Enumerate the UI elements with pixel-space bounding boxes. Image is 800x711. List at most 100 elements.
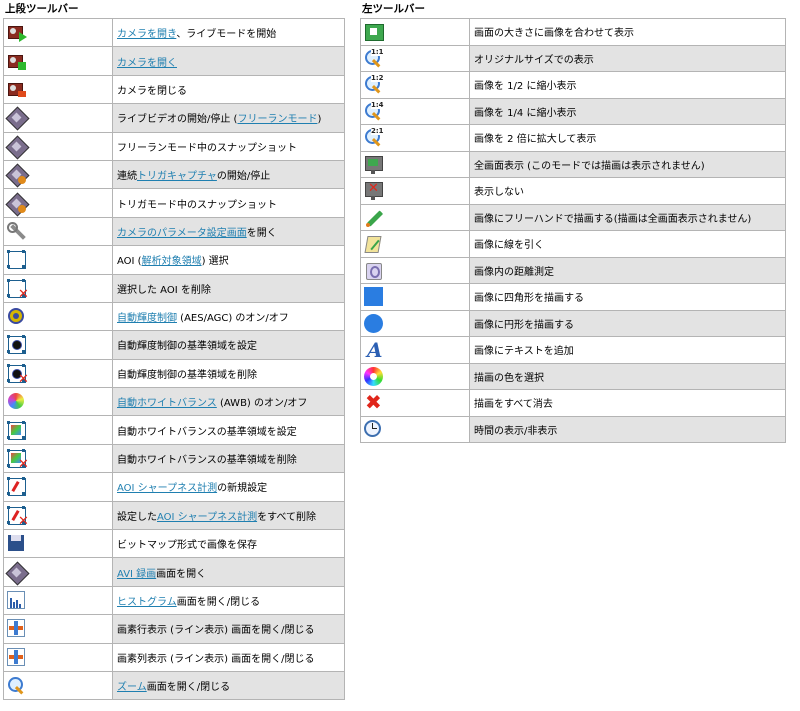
icon-cell bbox=[3, 301, 113, 332]
table-row: AOI (解析対象領域) 選択 bbox=[3, 245, 345, 275]
table-row: カメラを閉じる bbox=[3, 74, 345, 105]
table-row: ✕ 表示しない bbox=[360, 177, 786, 205]
description-text: ) bbox=[317, 114, 322, 126]
description-text: 画像にフリーハンドで描画する(描画は全画面表示されません) bbox=[474, 213, 752, 225]
description-text: 自動ホワイトバランスの基準領域を設定 bbox=[117, 426, 297, 438]
description-text: 表示しない bbox=[474, 187, 524, 199]
description-text: をすべて削除 bbox=[257, 511, 316, 523]
description-link[interactable]: ズーム bbox=[117, 682, 147, 693]
description-cell: 連続トリガキャプチャの開始/停止 bbox=[112, 159, 345, 190]
description-link[interactable]: ヒストグラム bbox=[117, 597, 177, 608]
sharpness-new-icon bbox=[6, 476, 28, 498]
icon-cell bbox=[3, 670, 113, 701]
top-toolbar-section: 上段ツールバー カメラを開き、ライブモードを開始 カメラを開く カメラを閉じる ライブ… bbox=[3, 0, 345, 701]
icon-cell bbox=[3, 159, 113, 190]
description-text: 、ライブモードを開始 bbox=[176, 29, 277, 41]
clock-icon bbox=[363, 419, 385, 441]
description-cell: 画像にフリーハンドで描画する(描画は全画面表示されません) bbox=[469, 203, 786, 231]
table-row: トリガモード中のスナップショット bbox=[3, 188, 345, 218]
icon-cell bbox=[3, 103, 113, 133]
icon-cell: 1:1 bbox=[360, 44, 470, 72]
table-row: 2:1 画像を 2 倍に拡大して表示 bbox=[360, 124, 786, 152]
description-link[interactable]: AVI 録画 bbox=[117, 569, 156, 580]
description-cell: 自動ホワイトバランスの基準領域を設定 bbox=[112, 415, 345, 445]
table-row: 1:4 画像を 1/4 に縮小表示 bbox=[360, 97, 786, 125]
icon-cell: 1:4 bbox=[360, 97, 470, 125]
table-row: 画像内の距離測定 bbox=[360, 256, 786, 284]
zoom-icon bbox=[6, 675, 28, 697]
brightness-area-set-icon bbox=[6, 334, 28, 356]
auto-brightness-icon bbox=[6, 306, 28, 328]
icon-cell: ✖ bbox=[360, 389, 470, 417]
description-link[interactable]: 自動ホワイトバランス bbox=[117, 398, 217, 409]
table-row: 全画面表示 (このモードでは描画は表示されません) bbox=[360, 150, 786, 178]
table-row: ズーム画面を開く/閉じる bbox=[3, 670, 345, 701]
icon-cell: ✕ bbox=[3, 443, 113, 474]
icon-cell bbox=[3, 245, 113, 275]
icon-cell bbox=[3, 614, 113, 644]
description-cell: 表示しない bbox=[469, 177, 786, 205]
description-text: 選択した AOI を削除 bbox=[117, 284, 211, 296]
icon-cell: 2:1 bbox=[360, 124, 470, 152]
description-text: 画素列表示 (ライン表示) 画面を開く/閉じる bbox=[117, 653, 315, 665]
description-link[interactable]: カメラのパラメータ設定画面 bbox=[117, 228, 247, 239]
description-cell: 設定したAOI シャープネス計測をすべて削除 bbox=[112, 500, 345, 531]
description-link[interactable]: カメラを開き bbox=[117, 29, 176, 40]
wb-area-delete-icon: ✕ bbox=[6, 448, 29, 471]
description-cell: 選択した AOI を削除 bbox=[112, 273, 345, 303]
description-cell: 自動輝度制御 (AES/AGC) のオン/オフ bbox=[112, 301, 345, 332]
icon-cell bbox=[360, 283, 470, 311]
icon-cell bbox=[360, 415, 470, 443]
table-row: 自動輝度制御 (AES/AGC) のオン/オフ bbox=[3, 301, 345, 332]
live-video-icon bbox=[5, 106, 30, 131]
icon-cell bbox=[360, 362, 470, 390]
icon-cell bbox=[3, 585, 113, 616]
description-text: (AWB) のオン/オフ bbox=[216, 398, 308, 410]
camera-open-icon bbox=[6, 51, 28, 73]
description-cell: 自動ホワイトバランスの基準領域を削除 bbox=[112, 443, 345, 474]
icon-cell bbox=[3, 415, 113, 445]
description-text: 設定した bbox=[117, 511, 157, 523]
description-text: 画面を開く bbox=[156, 568, 207, 580]
icon-cell: ✕ bbox=[3, 500, 113, 531]
table-row: 自動ホワイトバランス (AWB) のオン/オフ bbox=[3, 387, 345, 417]
description-text: ライブビデオの開始/停止 ( bbox=[117, 114, 238, 126]
description-text: ビットマップ形式で画像を保存 bbox=[117, 540, 257, 552]
save-icon bbox=[6, 533, 28, 555]
description-link[interactable]: 解析対象領域 bbox=[142, 256, 202, 267]
icon-cell bbox=[3, 557, 113, 587]
description-text: 画素行表示 (ライン表示) 画面を開く/閉じる bbox=[117, 625, 315, 637]
no-display-icon: ✕ bbox=[363, 180, 385, 202]
circle-icon bbox=[363, 313, 385, 335]
description-cell: 全画面表示 (このモードでは描画は表示されません) bbox=[469, 150, 786, 178]
description-cell: カメラを開き、ライブモードを開始 bbox=[112, 17, 345, 48]
description-cell: ビットマップ形式で画像を保存 bbox=[112, 529, 345, 559]
description-link[interactable]: トリガキャプチャ bbox=[137, 171, 217, 182]
description-text: 自動ホワイトバランスの基準領域を削除 bbox=[117, 455, 297, 467]
sharpness-delete-icon: ✕ bbox=[6, 505, 29, 528]
icon-cell: ✕ bbox=[360, 177, 470, 205]
description-text: を開く bbox=[246, 227, 277, 239]
description-cell: カメラを閉じる bbox=[112, 74, 345, 105]
left-toolbar-table: 画面の大きさに画像を合わせて表示 1:1 オリジナルサイズでの表示 1:2 画像を 1/… bbox=[360, 18, 786, 443]
zoom-1-2-icon: 1:2 bbox=[363, 74, 385, 96]
description-text: 描画の色を選択 bbox=[474, 372, 544, 384]
description-link[interactable]: 自動輝度制御 bbox=[117, 313, 177, 324]
description-text: AOI ( bbox=[117, 256, 142, 268]
description-link[interactable]: フリーランモード bbox=[237, 114, 317, 125]
table-row: カメラを開く bbox=[3, 46, 345, 76]
table-row: 1:2 画像を 1/2 に縮小表示 bbox=[360, 71, 786, 99]
avi-record-icon bbox=[5, 561, 30, 586]
description-link[interactable]: カメラを開く bbox=[117, 58, 177, 69]
description-cell: 画面の大きさに画像を合わせて表示 bbox=[469, 18, 786, 46]
description-link[interactable]: AOI シャープネス計測 bbox=[157, 512, 257, 523]
description-link[interactable]: AOI シャープネス計測 bbox=[117, 483, 217, 494]
description-text: 描画をすべて消去 bbox=[474, 399, 553, 411]
description-cell: 画像に四角形を描画する bbox=[469, 283, 786, 311]
description-cell: 画像を 1/4 に縮小表示 bbox=[469, 97, 786, 125]
description-text: トリガモード中のスナップショット bbox=[117, 199, 277, 211]
table-row: 画像にフリーハンドで描画する(描画は全画面表示されません) bbox=[360, 203, 786, 231]
table-row: ✕ 自動ホワイトバランスの基準領域を削除 bbox=[3, 443, 345, 474]
table-row: ✕ 自動輝度制御の基準領域を削除 bbox=[3, 358, 345, 389]
icon-cell bbox=[3, 17, 113, 48]
